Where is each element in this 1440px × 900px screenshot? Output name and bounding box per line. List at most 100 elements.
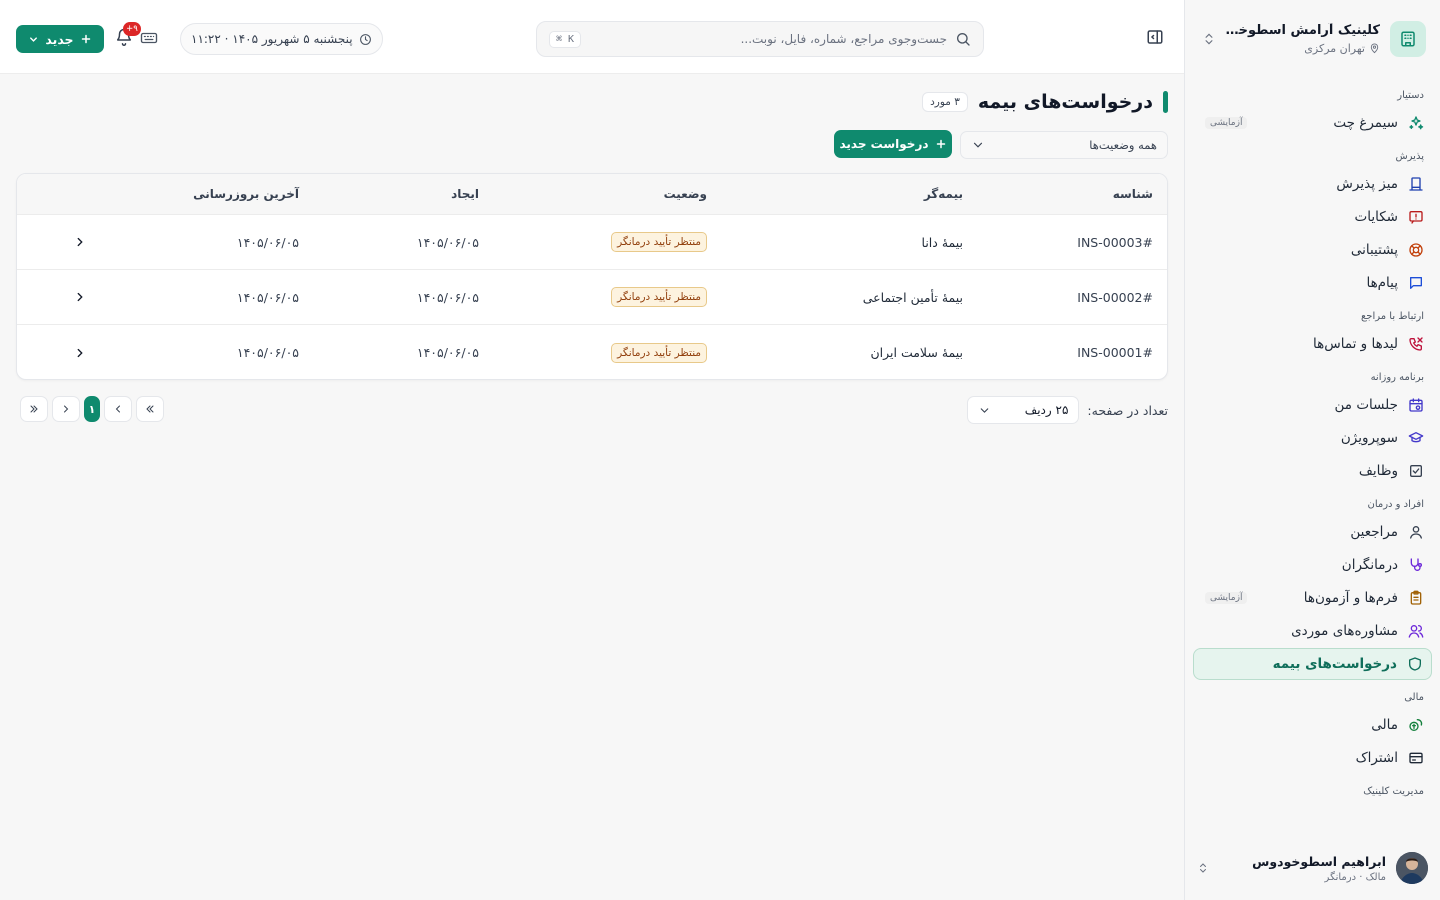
sidebar-item[interactable]: پشتیبانی <box>1193 234 1432 266</box>
beta-tag: آزمایشی <box>1205 117 1248 129</box>
insurer-name: بیمهٔ دانا <box>921 234 963 250</box>
status-filter-select[interactable]: همه وضعیت‌ها <box>960 131 1168 159</box>
sidebar-item[interactable]: اشتراک <box>1193 742 1432 774</box>
search-icon <box>955 31 971 47</box>
notification-count-badge: ۹+ <box>123 22 141 36</box>
nav-section-heading: برنامه روزانه <box>1370 372 1424 383</box>
datetime-display: پنجشنبه ۵ شهریور ۱۴۰۵ · ۱۱:۲۲ <box>180 23 383 55</box>
sidebar-item[interactable]: وظایف <box>1193 455 1432 487</box>
plus-icon <box>80 33 92 45</box>
sidebar-item[interactable]: جلسات من <box>1193 389 1432 421</box>
insurer-name: بیمهٔ سلامت ایران <box>870 345 963 360</box>
sidebar-item-label: درخواست‌های بیمه <box>1272 656 1397 672</box>
open-row-button[interactable] <box>73 215 87 269</box>
sidebar-item-label: وظایف <box>1358 463 1398 479</box>
nav-section-heading: دستیار <box>1397 90 1424 101</box>
chevron-right-icon <box>73 290 87 304</box>
first-page-button[interactable] <box>136 396 164 422</box>
sidebar-item[interactable]: فرم‌ها و آزمون‌ها آزمایشی <box>1193 582 1432 614</box>
chevron-down-icon <box>978 404 991 417</box>
status-filter-value: همه وضعیت‌ها <box>1089 138 1157 152</box>
current-page-button[interactable]: ۱ <box>84 396 100 422</box>
chevron-right-icon <box>73 346 87 360</box>
sidebar-item[interactable]: میز پذیرش <box>1193 168 1432 200</box>
sidebar-item[interactable]: شکایات <box>1193 201 1432 233</box>
nav-section-heading: مالی <box>1404 692 1424 703</box>
sidebar-item-label: مراجعین <box>1350 524 1398 540</box>
sidebar-item-label: پیام‌ها <box>1366 275 1398 291</box>
request-id: INS-00001# <box>1077 345 1153 360</box>
lifebuoy-icon <box>1408 242 1424 258</box>
search-box[interactable]: ⌘ K <box>536 21 984 57</box>
sidebar-item-label: جلسات من <box>1334 397 1398 413</box>
open-row-button[interactable] <box>73 270 87 324</box>
sidebar-item[interactable]: مراجعین <box>1193 516 1432 548</box>
sidebar-item[interactable]: درخواست‌های بیمه <box>1193 648 1432 680</box>
search-shortcut: ⌘ K <box>549 30 582 48</box>
column-header-created[interactable]: ایجاد <box>451 174 479 214</box>
column-header-updated[interactable]: آخرین بروزرسانی <box>193 174 299 214</box>
sidebar-item-label: شکایات <box>1354 209 1398 225</box>
prev-page-button[interactable] <box>104 396 132 422</box>
sidebar-nav: دستیار سیمرغ چت آزمایشی پذیرش میز پذیرش شکایا… <box>1193 78 1432 802</box>
calendar-icon <box>1408 397 1424 413</box>
open-row-button[interactable] <box>73 325 87 379</box>
chevrons-right-icon <box>28 403 40 415</box>
beta-tag: آزمایشی <box>1205 592 1248 604</box>
sidebar-item[interactable]: مشاوره‌های موردی <box>1193 615 1432 647</box>
last-page-button[interactable] <box>20 396 48 422</box>
table-row[interactable]: INS-00001# بیمهٔ سلامت ایران منتظر تأیید د… <box>17 325 1167 379</box>
reception-desk-icon <box>1408 176 1424 192</box>
shield-icon <box>1407 656 1423 672</box>
column-header-status[interactable]: وضعیت <box>664 174 707 214</box>
sidebar-item-label: پشتیبانی <box>1350 242 1398 258</box>
status-badge: منتظر تأیید درمانگر <box>611 287 707 307</box>
datetime-text: پنجشنبه ۵ شهریور ۱۴۰۵ · ۱۱:۲۲ <box>191 32 353 46</box>
sidebar-item[interactable]: سیمرغ چت آزمایشی <box>1193 107 1432 139</box>
pagination: ۱ <box>20 396 164 422</box>
clock-icon <box>359 33 372 46</box>
main-content: درخواست‌های بیمه ۳ مورد همه وضعیت‌ها درخ… <box>0 75 1184 900</box>
sidebar-item[interactable]: لیدها و تماس‌ها <box>1193 328 1432 360</box>
updated-date: ۱۴۰۵/۰۶/۰۵ <box>236 234 299 250</box>
page-size-select[interactable]: ۲۵ ردیف <box>967 396 1080 424</box>
insurance-requests-table: شناسه بیمه‌گر وضعیت ایجاد آخرین بروزرسان… <box>16 173 1168 380</box>
notifications-button[interactable]: ۹+ <box>113 22 141 48</box>
clinic-location: تهران مرکزی <box>1304 42 1365 55</box>
next-page-button[interactable] <box>52 396 80 422</box>
count-badge: ۳ مورد <box>922 92 968 112</box>
avatar <box>1396 852 1428 884</box>
user-menu[interactable]: ابراهیم اسطوخودوس مالک · درمانگر <box>1197 848 1428 888</box>
new-request-button[interactable]: درخواست جدید <box>834 130 952 158</box>
page-size-value: ۲۵ ردیف <box>1024 403 1069 417</box>
clinic-switcher[interactable]: کلینیک آرامش اسطوخو... تهران مرکزی <box>1197 14 1426 64</box>
phone-call-icon <box>1408 336 1424 352</box>
sidebar-item[interactable]: سوپرویژن <box>1193 422 1432 454</box>
column-header-id[interactable]: شناسه <box>1113 174 1153 214</box>
plus-icon <box>935 138 947 150</box>
coins-icon <box>1408 717 1424 733</box>
keyboard-icon[interactable] <box>138 29 158 49</box>
table-row[interactable]: INS-00002# بیمهٔ تأمین اجتماعی منتظر تأیید… <box>17 270 1167 325</box>
status-badge: منتظر تأیید درمانگر <box>611 232 707 252</box>
new-button[interactable]: جدید <box>16 25 104 53</box>
sidebar-toggle-icon[interactable] <box>1146 28 1164 46</box>
column-header-insurer[interactable]: بیمه‌گر <box>924 174 963 214</box>
table-row[interactable]: INS-00003# بیمهٔ دانا منتظر تأیید درمانگر ۱… <box>17 215 1167 270</box>
new-button-label: جدید <box>45 31 74 47</box>
chevrons-up-down-icon[interactable] <box>1197 862 1209 874</box>
chevrons-up-down-icon[interactable] <box>1197 27 1221 51</box>
stethoscope-icon <box>1408 557 1424 573</box>
status-cell: منتظر تأیید درمانگر <box>611 270 707 324</box>
sidebar-item-label: میز پذیرش <box>1336 176 1398 192</box>
request-id: INS-00003# <box>1077 234 1153 250</box>
page-size-label: تعداد در صفحه: <box>1087 402 1168 418</box>
map-pin-icon <box>1369 43 1380 54</box>
search-input[interactable] <box>581 32 947 46</box>
sidebar-item[interactable]: پیام‌ها <box>1193 267 1432 299</box>
user-name: ابراهیم اسطوخودوس <box>1252 853 1386 869</box>
users-icon <box>1408 623 1424 639</box>
sidebar-item-label: مشاوره‌های موردی <box>1291 623 1398 639</box>
sidebar-item[interactable]: مالی <box>1193 709 1432 741</box>
sidebar-item[interactable]: درمانگران <box>1193 549 1432 581</box>
